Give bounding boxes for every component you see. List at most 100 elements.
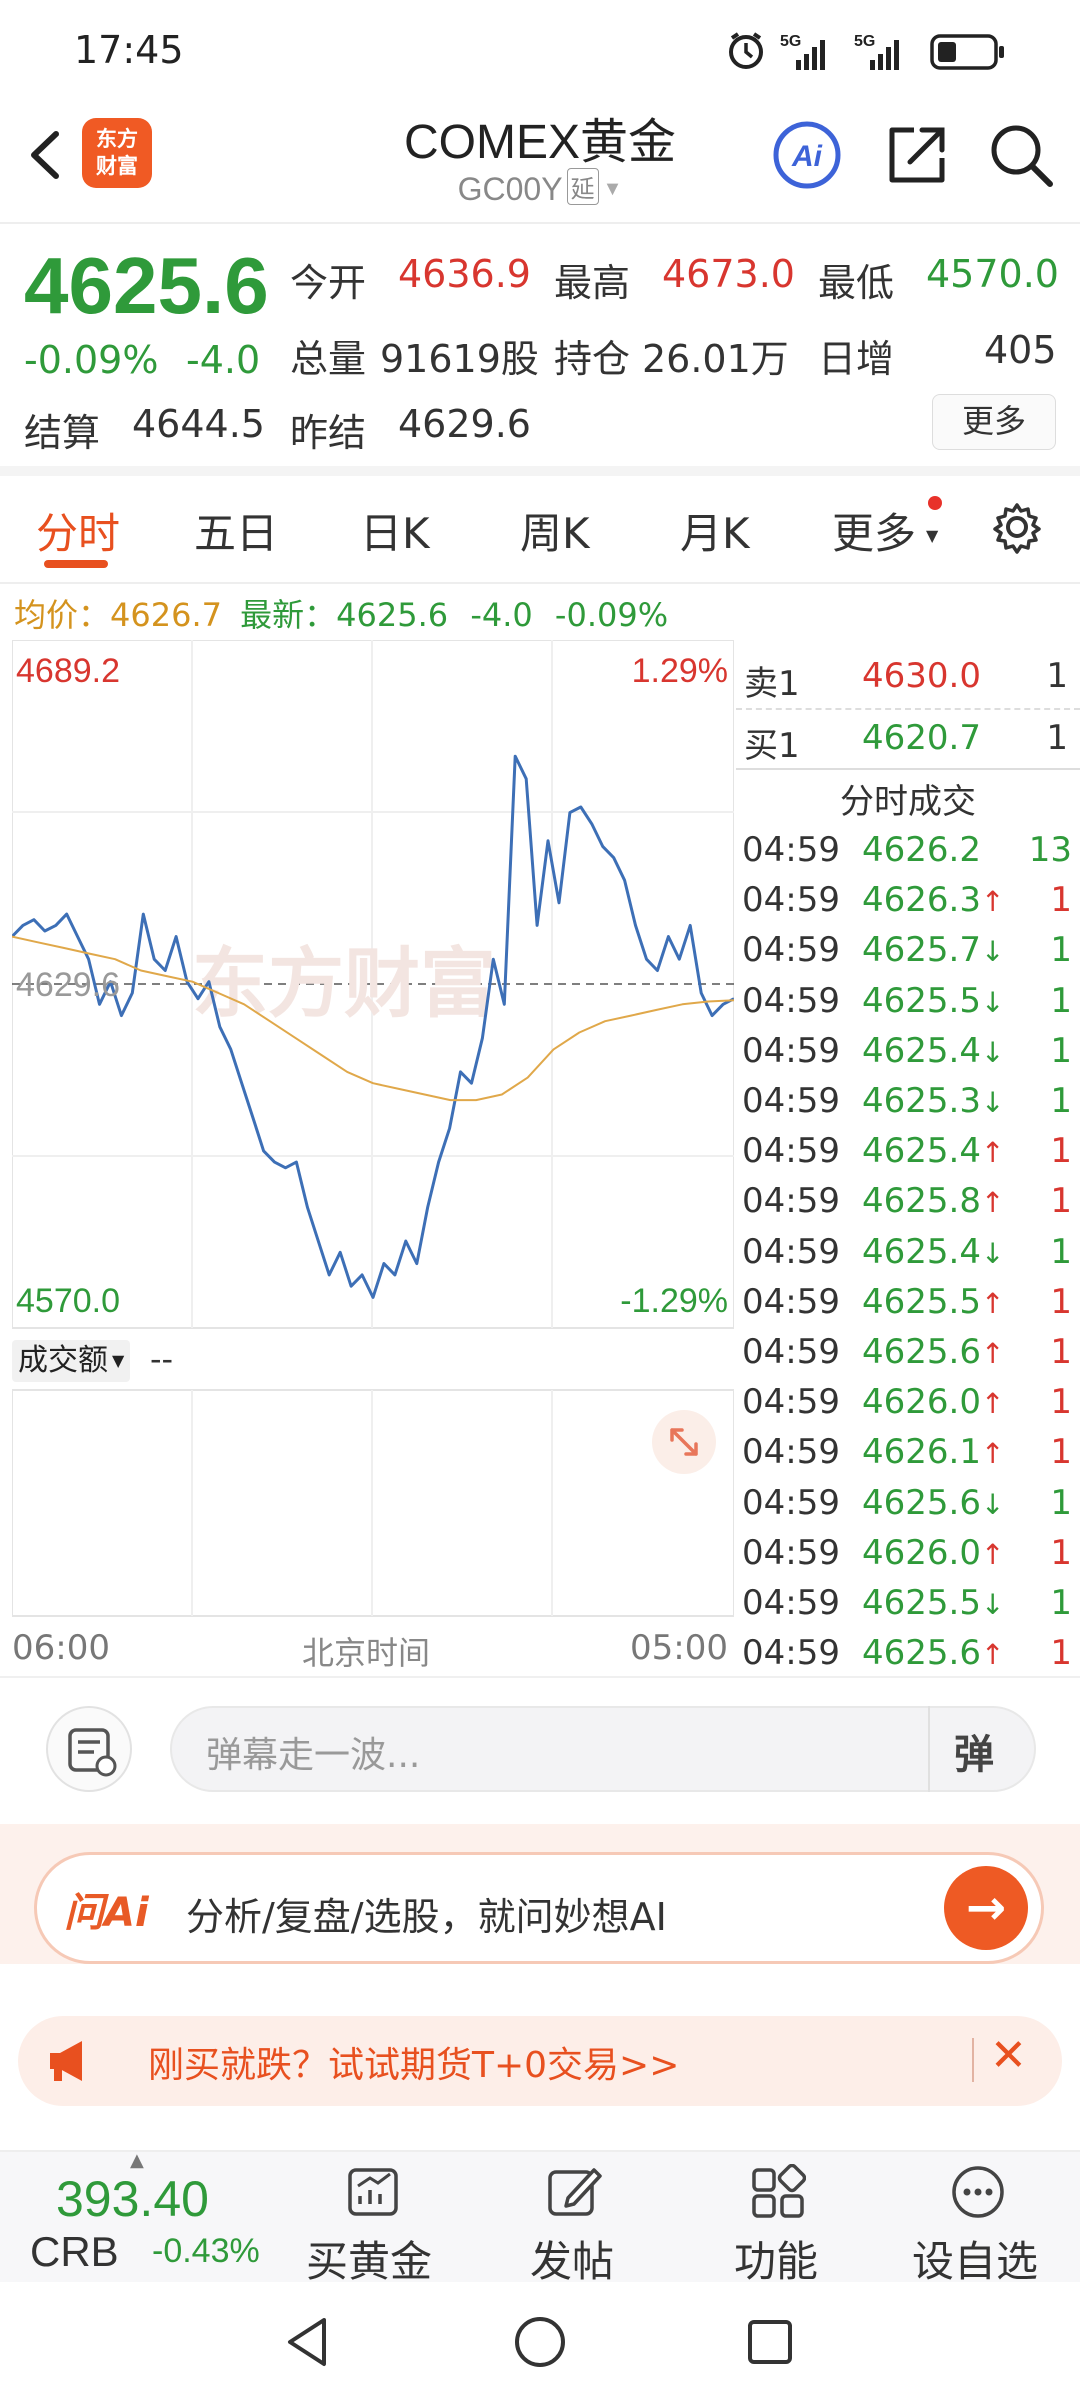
arrow-right-icon: → (965, 1880, 1007, 1936)
comment-list-button[interactable] (46, 1706, 132, 1792)
tab-weekly-k[interactable]: 周K (520, 500, 590, 561)
trade-row: 04:59 4625.5↓ 1 (736, 1583, 1080, 1633)
trade-time: 04:59 (742, 1081, 840, 1121)
trade-row: 04:59 4625.5↑ 1 (736, 1282, 1080, 1332)
trade-volume: 1 (1050, 930, 1072, 971)
divider (736, 768, 1080, 770)
trade-volume: 1 (1050, 1231, 1072, 1272)
crb-index-name[interactable]: CRB (30, 2228, 119, 2276)
divider (972, 2038, 974, 2082)
nav-home-icon[interactable] (510, 2312, 570, 2372)
trade-price: 4626.0↑ (862, 1532, 1005, 1573)
buy-gold-button[interactable]: 买黄金 (300, 2150, 450, 2286)
tab-more-caret-icon: ▼ (926, 526, 939, 545)
y-top-label: 4689.2 (16, 652, 120, 690)
trade-row: 04:59 4625.5↓ 1 (736, 981, 1080, 1031)
edit-icon (548, 2168, 602, 2216)
trade-volume: 1 (1050, 1432, 1072, 1473)
trade-row: 04:59 4626.0↑ 1 (736, 1533, 1080, 1583)
tab-five-day[interactable]: 五日 (194, 500, 278, 561)
trade-time: 04:59 (742, 1532, 840, 1573)
trade-time: 04:59 (742, 1231, 840, 1272)
x-start-label: 06:00 (12, 1628, 110, 1668)
trade-row: 04:59 4625.6↑ 1 (736, 1332, 1080, 1382)
trade-row: 04:59 4626.3↑ 1 (736, 880, 1080, 930)
settings-gear-icon[interactable] (990, 500, 1044, 554)
trade-volume: 1 (1050, 1482, 1072, 1523)
x-axis-label: 北京时间 (302, 1634, 431, 1672)
post-button[interactable]: 发帖 (500, 2150, 650, 2286)
chart-svg: 东方财富 4689.2 4629.6 4570.0 1.29% -1.29% (12, 640, 734, 1617)
trade-volume: 1 (1050, 1332, 1072, 1372)
share-icon[interactable] (880, 118, 954, 192)
buy-gold-label: 买黄金 (306, 2237, 433, 2286)
trade-price: 4625.6↓ (862, 1482, 1005, 1523)
ai-logo: 问Ai (64, 1890, 149, 1936)
trade-price: 4625.5↑ (862, 1281, 1005, 1322)
functions-button[interactable]: 功能 (700, 2150, 850, 2286)
trade-volume: 1 (1050, 1382, 1072, 1423)
add-watchlist-button[interactable]: 设自选 (900, 2150, 1070, 2286)
ai-go-button[interactable]: → (944, 1866, 1028, 1950)
volume-indicator-select[interactable]: 成交额 ▼ (12, 1340, 131, 1382)
order-book: 卖1 4630.0 1 买1 4620.7 1 分时成交 04:59 4626.2… (736, 640, 1080, 1674)
intraday-chart[interactable]: 东方财富 4689.2 4629.6 4570.0 1.29% -1.29% 成… (12, 640, 734, 1672)
trade-volume: 1 (1050, 1633, 1072, 1674)
close-icon[interactable]: ✕ (990, 2030, 1027, 2081)
trade-price: 4625.5↓ (862, 980, 1005, 1021)
trade-arrow-icon: ↑ (980, 1437, 1005, 1471)
tab-active-underline (44, 560, 108, 568)
settle-value: 4644.5 (132, 402, 265, 446)
tab-intraday[interactable]: 分时 (36, 500, 120, 561)
trade-time: 04:59 (742, 1131, 840, 1172)
last-price: 4625.6 (24, 241, 269, 330)
oi-value: 26.01万 (642, 337, 789, 381)
nav-back-icon[interactable] (280, 2312, 336, 2372)
svg-text:Ai: Ai (791, 140, 823, 173)
latest-change: -4.0 (470, 596, 533, 634)
trade-time: 04:59 (742, 1181, 840, 1222)
volume-label: 成交额 (18, 1343, 108, 1378)
signal-icon: 5G (780, 33, 825, 70)
trades-title: 分时成交 (840, 782, 976, 822)
trade-time: 04:59 (742, 1030, 840, 1071)
tab-daily-k[interactable]: 日K (360, 500, 430, 561)
tab-more[interactable]: 更多 (832, 500, 916, 561)
trade-arrow-icon: ↑ (980, 1136, 1005, 1170)
promo-text: 刚买就跌？试试期货T+0交易>> (148, 2045, 680, 2086)
trade-price: 4626.1↑ (862, 1432, 1005, 1473)
bid-label: 买1 (744, 726, 800, 766)
expand-button[interactable] (652, 1410, 716, 1474)
chart-buy-icon (348, 2168, 398, 2216)
nav-recents-icon[interactable] (742, 2314, 798, 2370)
trade-time: 04:59 (742, 1482, 840, 1523)
post-label: 发帖 (530, 2237, 615, 2286)
ai-icon: Ai (773, 121, 841, 189)
crb-index-value[interactable]: 393.40 (56, 2170, 209, 2228)
trade-arrow-icon: ↑ (980, 1537, 1005, 1571)
trade-volume: 1 (1050, 880, 1072, 921)
tab-monthly-k[interactable]: 月K (680, 500, 750, 561)
daily-inc-value: 405 (984, 328, 1057, 372)
more-quote-button[interactable]: 更多 (932, 394, 1056, 450)
trade-time: 04:59 (742, 980, 840, 1021)
prev-settle-value: 4629.6 (398, 402, 531, 446)
search-icon[interactable] (984, 118, 1058, 192)
trade-arrow-icon: ↑ (980, 1337, 1005, 1370)
latest-label: 最新： (240, 596, 337, 634)
trade-price: 4625.3↓ (862, 1081, 1005, 1121)
bid-volume: 1 (1046, 718, 1068, 758)
trade-row: 04:59 4625.6↓ 1 (736, 1483, 1080, 1533)
ask-volume: 1 (1046, 656, 1068, 696)
volume-value: 91619股 (380, 337, 539, 381)
trade-time: 04:59 (742, 1332, 840, 1372)
divider (0, 1676, 1080, 1678)
ai-button[interactable]: Ai (770, 118, 844, 192)
pct-top-label: 1.29% (632, 652, 728, 690)
bid-row: 买1 4620.7 1 (736, 718, 1080, 768)
ask-price: 4630.0 (862, 656, 981, 696)
trade-row: 04:59 4625.4↓ 1 (736, 1031, 1080, 1081)
trade-price: 4625.4↓ (862, 1231, 1005, 1272)
trade-time: 04:59 (742, 1382, 840, 1423)
trade-price: 4625.6↑ (862, 1332, 1005, 1372)
